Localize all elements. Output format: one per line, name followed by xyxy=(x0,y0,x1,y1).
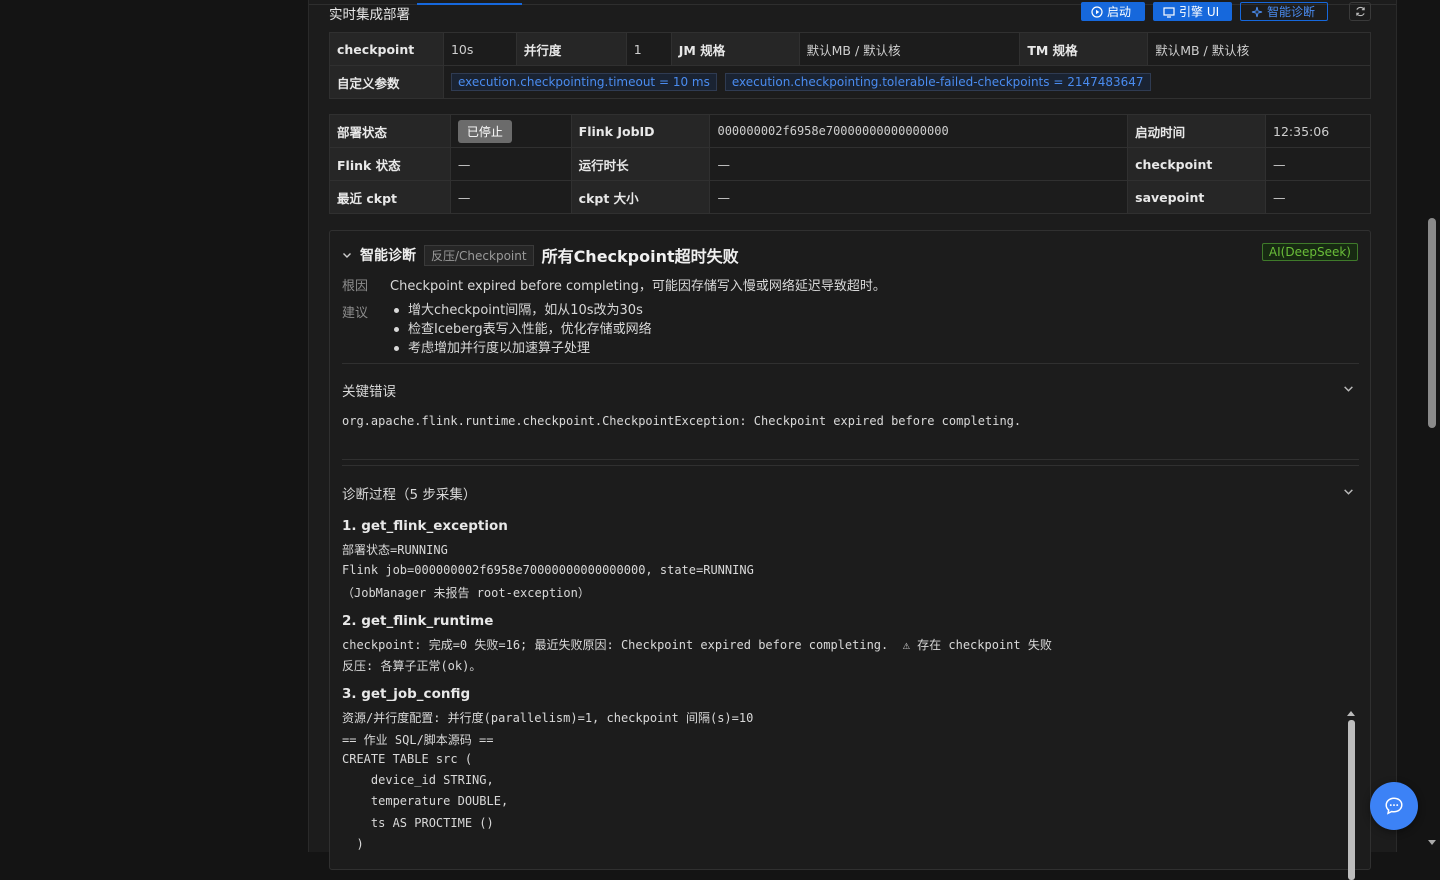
step-line: 资源/并行度配置: 并行度(parallelism)=1, checkpoint… xyxy=(342,711,754,725)
step-line: 反压: 各算子正常(ok)。 xyxy=(342,659,482,673)
key-error-text: org.apache.flink.runtime.checkpoint.Chec… xyxy=(342,414,1022,428)
status-row: 最近 ckpt — ckpt 大小 — savepoint — xyxy=(329,180,1371,214)
flink-state-value: — xyxy=(449,147,572,181)
diagnosis-panel: 智能诊断 反压/Checkpoint 所有Checkpoint超时失败 AI(D… xyxy=(329,230,1371,880)
root-cause-text: Checkpoint expired before completing，可能因… xyxy=(390,279,886,294)
step-line: ) xyxy=(342,837,364,851)
chevron-down-icon xyxy=(343,253,351,258)
config-table: checkpoint 10s 并行度 1 JM 规格 默认MB / 默认核 TM… xyxy=(329,32,1372,99)
step-line: temperature DOUBLE, xyxy=(342,794,509,808)
start-time-value: 12:35:06 xyxy=(1265,114,1371,148)
root-cause-label: 根因 xyxy=(342,279,369,294)
smart-diagnose-button-label: 智能诊断 xyxy=(1267,5,1316,19)
status-table: 部署状态 已停止 Flink JobID 000000002f6958e7000… xyxy=(329,114,1371,214)
chevron-down-icon[interactable] xyxy=(1343,383,1354,394)
deploy-state-label: 部署状态 xyxy=(329,114,451,148)
step-line: 部署状态=RUNNING xyxy=(342,543,448,557)
deploy-state-cell: 已停止 xyxy=(449,114,572,148)
config-value: 默认MB / 默认核 xyxy=(1147,32,1371,66)
flink-jobid-value: 000000002f6958e70000000000000000 xyxy=(709,114,1129,148)
flink-state-label: Flink 状态 xyxy=(329,147,451,181)
diagnosis-header[interactable]: 智能诊断 反压/Checkpoint 所有Checkpoint超时失败 xyxy=(342,243,739,267)
ckpt-size-value: — xyxy=(709,180,1129,214)
start-time-label: 启动时间 xyxy=(1127,114,1267,148)
step-line: Flink job=000000002f6958e700000000000000… xyxy=(342,563,754,577)
custom-param-tag: execution.checkpointing.timeout = 10 ms xyxy=(450,73,717,91)
section-divider xyxy=(342,459,1359,460)
sparkle-icon xyxy=(1251,6,1263,17)
main-content: 实时集成部署 启动 引擎 UI 智能诊断 checkpoint 10s 并行度 … xyxy=(309,0,1396,880)
refresh-button[interactable] xyxy=(1349,2,1371,21)
code-scrollbar[interactable] xyxy=(1346,709,1356,880)
step-line: （JobManager 未报告 root-exception） xyxy=(342,586,590,600)
ckpt-size-label: ckpt 大小 xyxy=(570,180,711,214)
start-button-label: 启动 xyxy=(1107,5,1132,19)
step-title: 1. get_flink_exception xyxy=(342,518,508,534)
section-divider xyxy=(342,465,1359,466)
flink-jobid-label: Flink JobID xyxy=(570,114,711,148)
scroll-up-arrow-icon[interactable] xyxy=(1347,711,1355,716)
custom-params-label: 自定义参数 xyxy=(329,65,444,99)
list-item: 增大checkpoint间隔，如从10s改为30s xyxy=(390,301,652,320)
status-row: 部署状态 已停止 Flink JobID 000000002f6958e7000… xyxy=(329,114,1371,148)
list-item: 考虑增加并行度以加速算子处理 xyxy=(390,339,652,358)
savepoint-label: savepoint xyxy=(1127,180,1267,214)
config-value: 1 xyxy=(625,32,672,66)
config-row-custom: 自定义参数 execution.checkpointing.timeout = … xyxy=(329,65,1372,99)
step-title: 2. get_flink_runtime xyxy=(342,613,494,629)
start-button[interactable]: 启动 xyxy=(1081,2,1145,21)
step-line: device_id STRING, xyxy=(342,773,494,787)
step-title: 3. get_job_config xyxy=(342,686,471,702)
config-key: JM 规格 xyxy=(670,32,800,66)
config-key: checkpoint xyxy=(329,32,444,66)
savepoint-value: — xyxy=(1265,180,1371,214)
step-line: checkpoint: 完成=0 失败=16; 最近失败原因: Checkpoi… xyxy=(342,638,1052,652)
runtime-value: — xyxy=(709,147,1129,181)
diagnosis-process-header[interactable]: 诊断过程（5 步采集） xyxy=(342,483,476,503)
chat-assistant-button[interactable] xyxy=(1370,782,1418,830)
step-line: CREATE TABLE src ( xyxy=(342,752,473,766)
checkpoint-label: checkpoint xyxy=(1127,147,1267,181)
suggestion-label: 建议 xyxy=(342,306,369,321)
config-value: 10s xyxy=(442,32,517,66)
config-key: 并行度 xyxy=(515,32,627,66)
left-sidebar-pane xyxy=(0,0,309,852)
scroll-down-arrow-icon[interactable] xyxy=(1428,840,1436,845)
config-row: checkpoint 10s 并行度 1 JM 规格 默认MB / 默认核 TM… xyxy=(329,32,1371,66)
config-value: 默认MB / 默认核 xyxy=(798,32,1021,66)
status-badge: 已停止 xyxy=(457,119,512,143)
chat-bubble-icon xyxy=(1385,797,1403,815)
diagnosis-category-tag: 反压/Checkpoint xyxy=(424,244,534,266)
step-line: == 作业 SQL/脚本源码 == xyxy=(342,733,494,747)
chevron-down-icon[interactable] xyxy=(1343,486,1354,497)
page-scrollbar-thumb[interactable] xyxy=(1428,218,1436,428)
active-tab-indicator xyxy=(417,3,522,5)
diagnosis-title: 智能诊断 xyxy=(360,248,416,264)
smart-diagnose-button[interactable]: 智能诊断 xyxy=(1240,2,1328,21)
engine-ui-button[interactable]: 引擎 UI xyxy=(1153,2,1232,21)
last-ckpt-label: 最近 ckpt xyxy=(329,180,451,214)
list-item: 检查Iceberg表写入性能，优化存储或网络 xyxy=(390,320,652,339)
engine-ui-button-label: 引擎 UI xyxy=(1179,5,1220,19)
suggestion-list: 增大checkpoint间隔，如从10s改为30s 检查Iceberg表写入性能… xyxy=(390,301,652,358)
custom-params-cell: execution.checkpointing.timeout = 10 ms … xyxy=(442,65,1372,99)
custom-param-tag: execution.checkpointing.tolerable-failed… xyxy=(724,73,1151,91)
monitor-icon xyxy=(1163,6,1175,18)
key-error-header[interactable]: 关键错误 xyxy=(342,380,396,400)
section-divider xyxy=(342,363,1359,364)
ai-model-badge: AI(DeepSeek) xyxy=(1261,243,1358,261)
runtime-label: 运行时长 xyxy=(570,147,711,181)
status-row: Flink 状态 — 运行时长 — checkpoint — xyxy=(329,147,1371,181)
scrollbar-thumb[interactable] xyxy=(1347,720,1355,880)
diagnosis-headline: 所有Checkpoint超时失败 xyxy=(541,247,739,266)
config-key: TM 规格 xyxy=(1019,32,1149,66)
refresh-icon xyxy=(1355,6,1365,17)
checkpoint-value: — xyxy=(1265,147,1371,181)
step-line: ts AS PROCTIME () xyxy=(342,816,494,830)
last-ckpt-value: — xyxy=(449,180,572,214)
play-icon xyxy=(1091,5,1103,18)
page-title: 实时集成部署 xyxy=(329,7,410,23)
